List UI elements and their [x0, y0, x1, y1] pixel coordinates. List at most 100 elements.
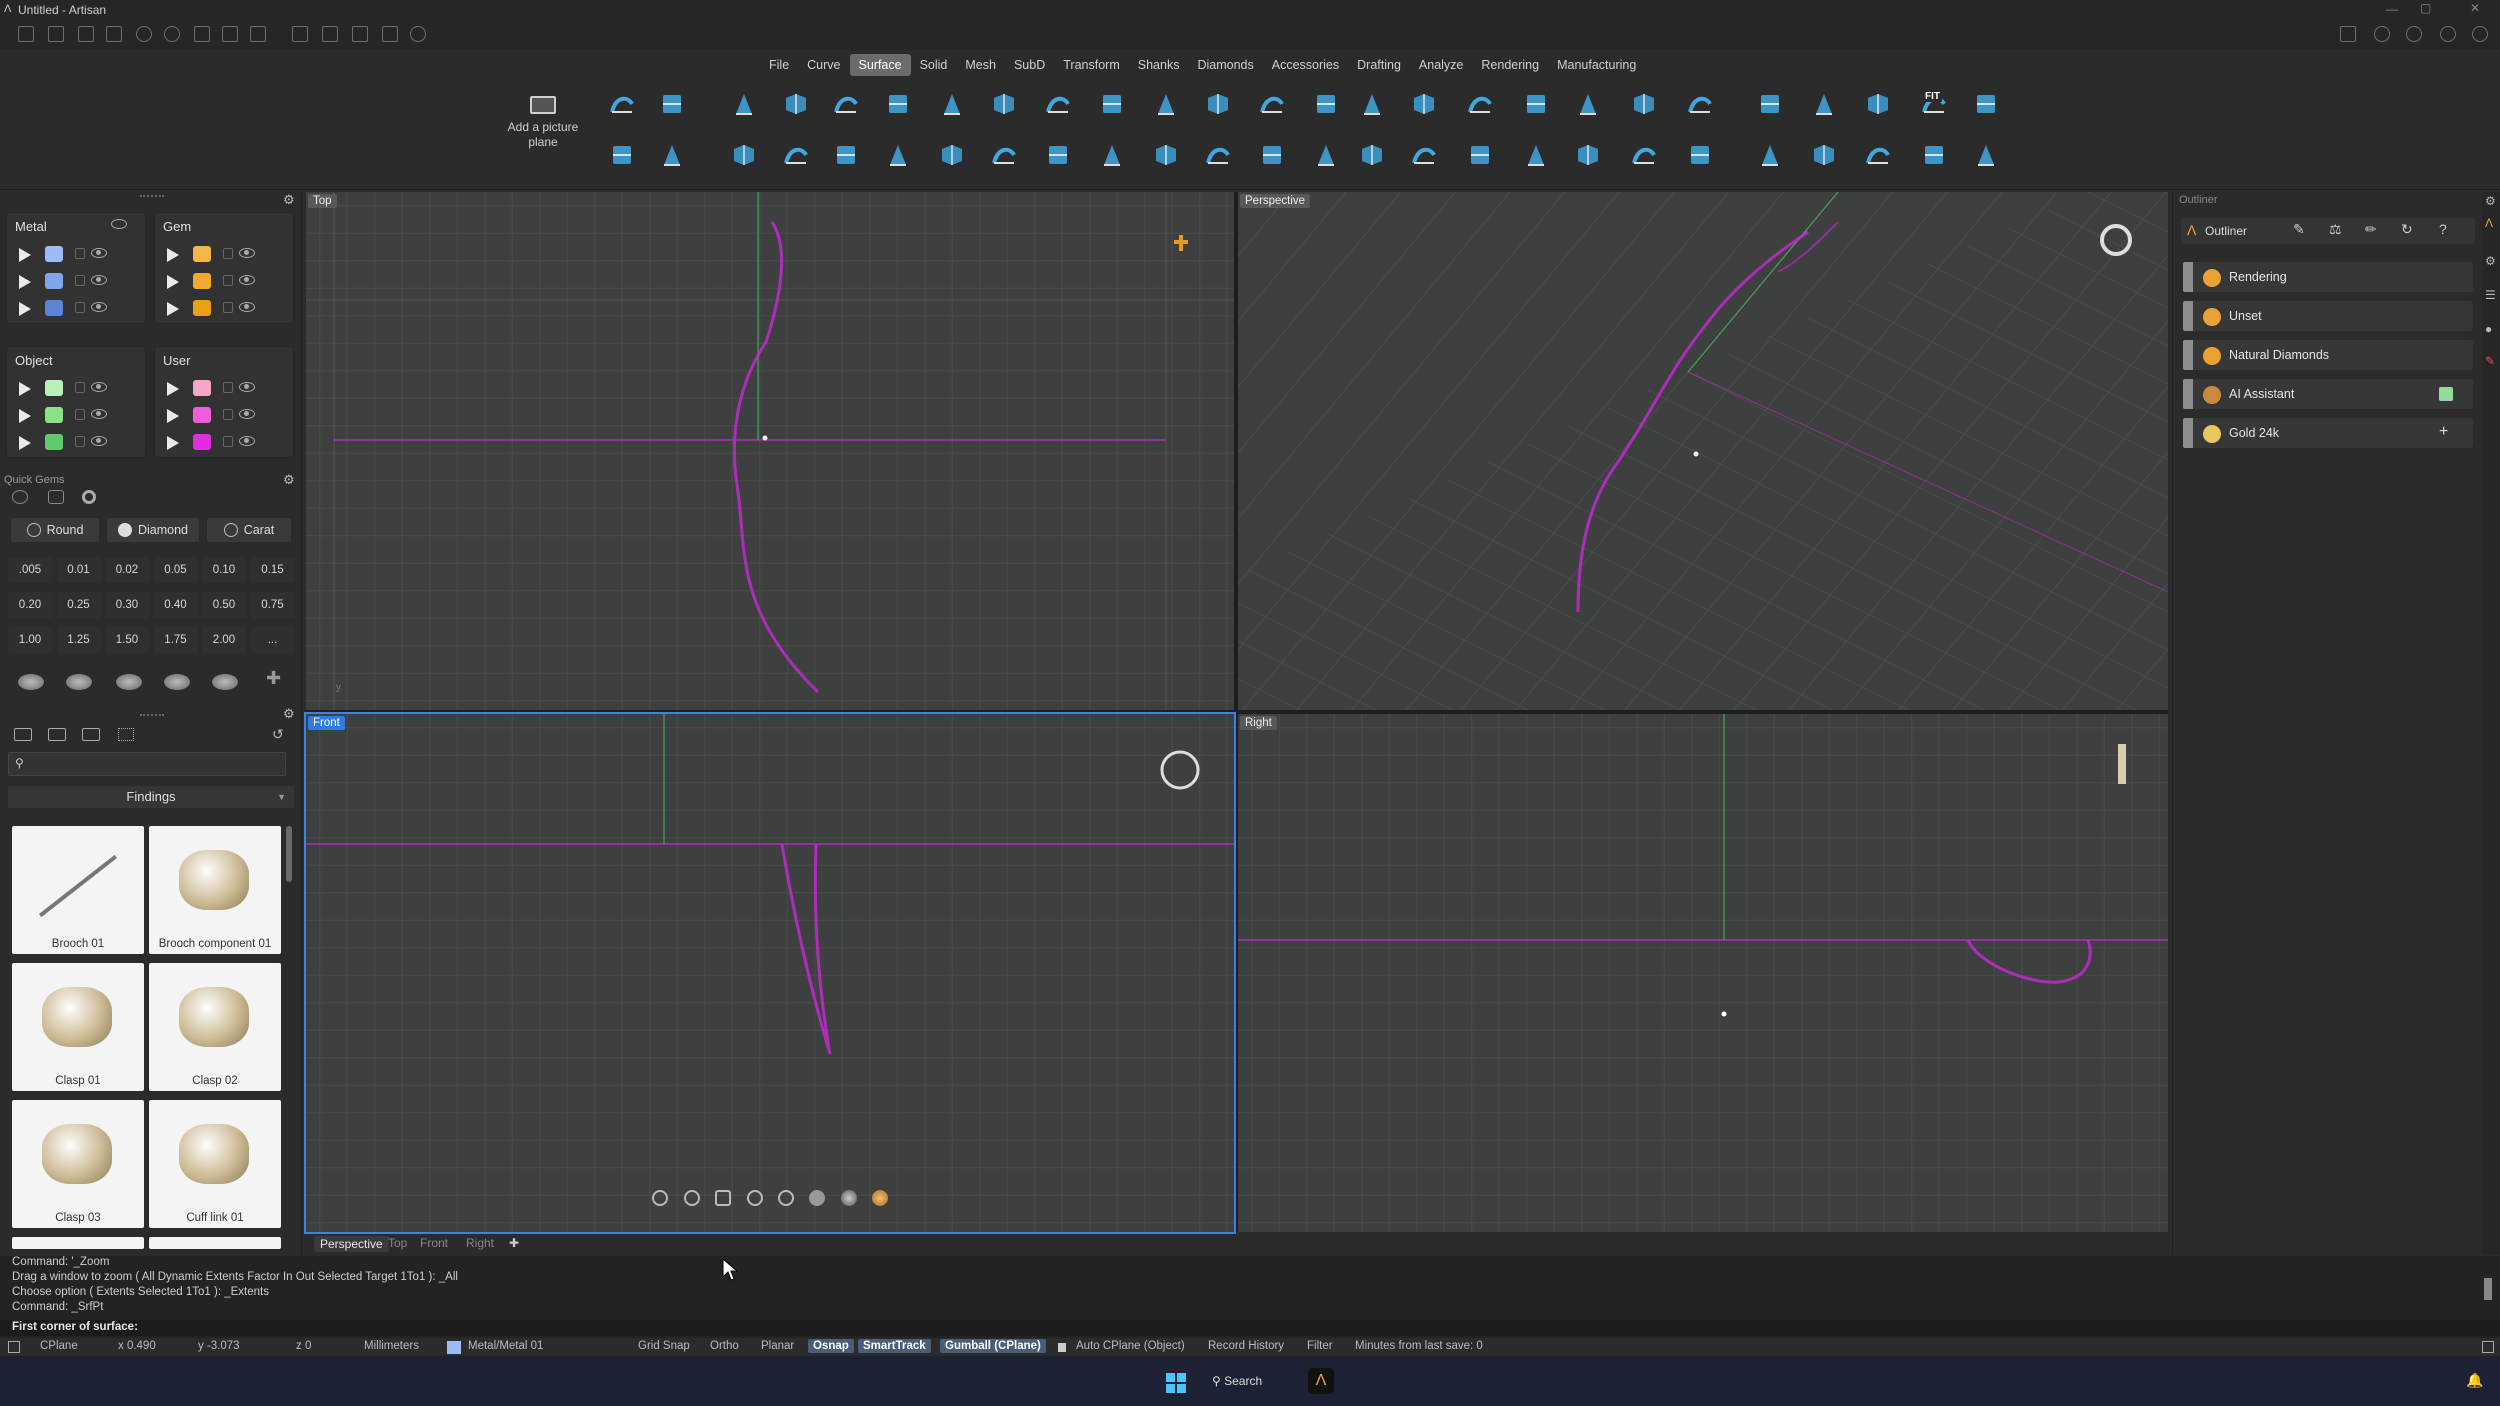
ai-status-indicator[interactable]	[2439, 387, 2453, 401]
layer-row[interactable]	[7, 377, 145, 399]
layer-color-swatch[interactable]	[193, 246, 211, 262]
viewport-perspective[interactable]: Perspective	[1238, 192, 2168, 710]
eyedropper-icon[interactable]: ✎	[2293, 221, 2305, 238]
status-units[interactable]: Millimeters	[364, 1340, 419, 1352]
rail-revolve-icon[interactable]	[987, 87, 1021, 121]
eye-icon[interactable]	[91, 382, 107, 392]
menu-file[interactable]: File	[760, 54, 798, 76]
curve-path[interactable]	[732, 221, 820, 694]
layer-color-swatch[interactable]	[193, 434, 211, 450]
offset-icon[interactable]	[1407, 87, 1441, 121]
round-button[interactable]: Round	[10, 517, 100, 543]
split-icon[interactable]	[1519, 87, 1553, 121]
merge-icon[interactable]	[1753, 87, 1787, 121]
status-ortho[interactable]: Ortho	[710, 1340, 739, 1352]
gem-size-button[interactable]: 0.20	[8, 592, 52, 618]
gem-size-button[interactable]: 1.25	[56, 627, 101, 653]
account-icon[interactable]	[2440, 26, 2456, 42]
move-tool-icon[interactable]	[352, 26, 368, 42]
gem-size-button[interactable]: 1.50	[105, 627, 149, 653]
connect-icon[interactable]	[1309, 138, 1343, 172]
scale-icon[interactable]	[1861, 138, 1895, 172]
material-icon[interactable]	[872, 1190, 888, 1206]
panel-toggle-icon[interactable]	[8, 1341, 20, 1353]
zoom-icon[interactable]	[684, 1190, 700, 1206]
gem-size-button[interactable]: 0.75	[250, 592, 295, 618]
gem-size-button[interactable]: 1.00	[8, 627, 52, 653]
menu-transform[interactable]: Transform	[1054, 54, 1129, 76]
curve-path[interactable]	[780, 843, 832, 1055]
zoom-window-icon[interactable]	[747, 1190, 763, 1206]
layer-row[interactable]	[7, 404, 145, 426]
menu-drafting[interactable]: Drafting	[1348, 54, 1410, 76]
help-icon[interactable]: ?	[2439, 221, 2447, 237]
planar-icon[interactable]	[1255, 87, 1289, 121]
shaded-icon[interactable]	[809, 1190, 825, 1206]
maximize-button[interactable]: ▢	[2420, 1, 2431, 15]
add-material-icon[interactable]: +	[2439, 423, 2448, 441]
gem-size-button[interactable]: 0.40	[153, 592, 198, 618]
status-cplane[interactable]: CPlane	[40, 1340, 78, 1352]
gem-size-button[interactable]: 0.25	[56, 592, 101, 618]
play-icon[interactable]	[167, 302, 179, 316]
grid-tool-icon[interactable]	[382, 26, 398, 42]
status-smarttrack[interactable]: SmartTrack	[858, 1339, 931, 1353]
layer-color-swatch[interactable]	[193, 407, 211, 423]
layer-color-swatch[interactable]	[45, 407, 63, 423]
fillet-icon[interactable]	[1355, 87, 1389, 121]
unroll-icon[interactable]	[1861, 87, 1895, 121]
library-search-box[interactable]: ⚲	[8, 752, 286, 776]
status-gumball[interactable]: Gumball (CPlane)	[940, 1339, 1046, 1353]
extend-icon[interactable]	[1627, 87, 1661, 121]
viewport-front[interactable]: Front	[304, 712, 1236, 1234]
gem-size-button[interactable]: .005	[8, 557, 52, 583]
lock-icon[interactable]	[75, 382, 85, 393]
eye-icon[interactable]	[91, 436, 107, 446]
menu-rendering[interactable]: Rendering	[1472, 54, 1548, 76]
library-gallery-icon[interactable]	[82, 728, 100, 741]
open-folder-icon[interactable]	[106, 26, 122, 42]
gem-size-button[interactable]: 0.02	[105, 557, 149, 583]
curve-tool-icon[interactable]	[292, 26, 308, 42]
taskbar-search-button[interactable]: ⚲ Search	[1212, 1368, 1282, 1394]
outliner-item-natural-diamonds[interactable]: Natural Diamonds	[2183, 340, 2473, 370]
gem-size-button[interactable]: 0.30	[105, 592, 149, 618]
gem-size-button[interactable]: 0.15	[250, 557, 295, 583]
tab-front[interactable]: Front	[420, 1236, 448, 1250]
sweep2-icon[interactable]	[655, 87, 689, 121]
lock-icon[interactable]	[75, 302, 85, 313]
library-add-folder-icon[interactable]	[48, 728, 66, 741]
library-refresh-icon[interactable]: ↺	[272, 726, 284, 743]
revolve-icon[interactable]	[935, 87, 969, 121]
play-icon[interactable]	[167, 248, 179, 262]
gem-tool-b-icon[interactable]	[48, 490, 64, 504]
bend-icon[interactable]	[1095, 138, 1129, 172]
bevel-icon[interactable]	[1355, 138, 1389, 172]
eye-icon[interactable]	[239, 248, 255, 258]
lock-icon[interactable]	[223, 248, 233, 259]
untrim-icon[interactable]	[1571, 87, 1605, 121]
shell-icon[interactable]	[1917, 138, 1951, 172]
library-item[interactable]: Cuff link 01	[149, 1100, 281, 1228]
save-as-icon[interactable]	[222, 26, 238, 42]
add-tab-icon[interactable]: ✚	[509, 1236, 519, 1250]
lock-icon[interactable]	[223, 409, 233, 420]
chamfer-icon[interactable]	[1255, 138, 1289, 172]
panel-pen-icon[interactable]: ✎	[2485, 354, 2495, 368]
gem-size-button[interactable]: 2.00	[202, 627, 246, 653]
viewport-right-label[interactable]: Right	[1240, 716, 1277, 730]
lock-icon[interactable]	[75, 409, 85, 420]
gem-size-button[interactable]: 1.75	[153, 627, 198, 653]
status-osnap[interactable]: Osnap	[808, 1339, 854, 1353]
eye-icon[interactable]	[91, 409, 107, 419]
new-file-icon[interactable]	[18, 26, 34, 42]
eye-icon[interactable]	[91, 248, 107, 258]
library-item[interactable]: Clasp 01	[12, 963, 144, 1091]
quick-gems-settings-gear-icon[interactable]: ⚙	[283, 472, 295, 488]
menu-shanks[interactable]: Shanks	[1129, 54, 1189, 76]
library-item[interactable]: Brooch 01	[12, 826, 144, 954]
twist-icon[interactable]	[987, 138, 1021, 172]
info-icon[interactable]	[2374, 26, 2390, 42]
lock-icon[interactable]	[75, 436, 85, 447]
library-category-dropdown[interactable]: Findings ▼	[8, 786, 294, 808]
